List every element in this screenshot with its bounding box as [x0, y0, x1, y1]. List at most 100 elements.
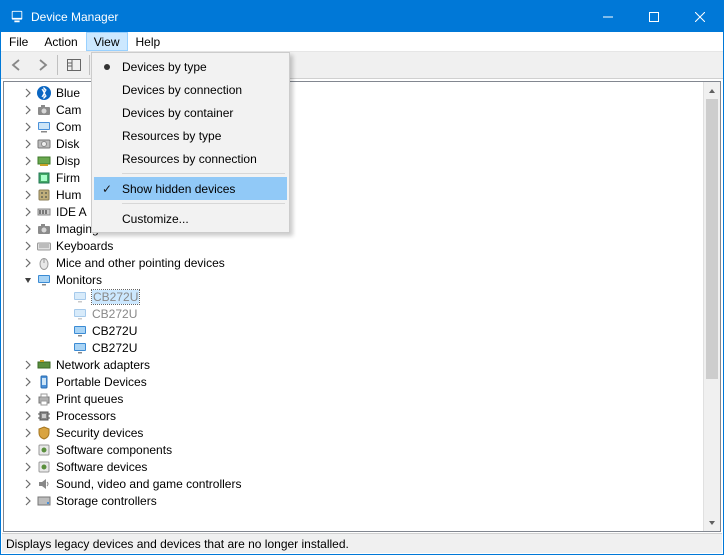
menuitem-resources-by-connection[interactable]: Resources by connection — [94, 147, 287, 170]
expander-closed-icon[interactable] — [22, 495, 34, 507]
tree-node[interactable]: Keyboards — [4, 237, 703, 254]
tree-node-label: Cam — [56, 103, 81, 117]
expander-closed-icon[interactable] — [22, 393, 34, 405]
mouse-icon — [36, 255, 52, 271]
expander-closed-icon[interactable] — [22, 359, 34, 371]
expander-closed-icon[interactable] — [22, 155, 34, 167]
expander-closed-icon[interactable] — [22, 444, 34, 456]
monitor-icon — [72, 289, 88, 305]
tree-node[interactable]: Mice and other pointing devices — [4, 254, 703, 271]
camera-icon — [36, 102, 52, 118]
tree-node[interactable]: CB272U — [4, 322, 703, 339]
expander-closed-icon[interactable] — [22, 223, 34, 235]
expander-open-icon[interactable] — [22, 274, 34, 286]
menuitem-show-hidden-devices[interactable]: ✓ Show hidden devices — [94, 177, 287, 200]
tree-node-label: Network adapters — [56, 358, 150, 372]
tree-node[interactable]: Network adapters — [4, 356, 703, 373]
monitor-icon — [72, 306, 88, 322]
network-icon — [36, 357, 52, 373]
software-icon — [36, 442, 52, 458]
tree-node[interactable]: Processors — [4, 407, 703, 424]
tree-node-label: Blue — [56, 86, 80, 100]
menuitem-customize[interactable]: Customize... — [94, 207, 287, 230]
storage-icon — [36, 493, 52, 509]
back-button[interactable] — [5, 54, 28, 76]
tree-node-label: Monitors — [56, 273, 102, 287]
tree-node-label: CB272U — [92, 307, 137, 321]
expander-closed-icon[interactable] — [22, 189, 34, 201]
statusbar: Displays legacy devices and devices that… — [2, 533, 722, 553]
tree-node-label: Print queues — [56, 392, 123, 406]
vertical-scrollbar[interactable] — [703, 82, 720, 531]
expander-closed-icon[interactable] — [22, 461, 34, 473]
tree-node[interactable]: Portable Devices — [4, 373, 703, 390]
tree-node[interactable]: Software devices — [4, 458, 703, 475]
toolbar-separator — [57, 55, 58, 75]
keyboard-icon — [36, 238, 52, 254]
menuitem-devices-by-connection[interactable]: Devices by connection — [94, 78, 287, 101]
tree-node-label: Hum — [56, 188, 81, 202]
tree-node-label: Security devices — [56, 426, 143, 440]
expander-closed-icon[interactable] — [22, 121, 34, 133]
expander-closed-icon[interactable] — [22, 376, 34, 388]
status-text: Displays legacy devices and devices that… — [6, 537, 349, 551]
menuitem-devices-by-type[interactable]: Devices by type — [94, 55, 287, 78]
expander-closed-icon[interactable] — [22, 427, 34, 439]
tree-node[interactable]: Monitors — [4, 271, 703, 288]
tree-node[interactable]: CB272U — [4, 339, 703, 356]
scroll-down-arrow[interactable] — [704, 514, 720, 531]
tree-node-label: Disp — [56, 154, 80, 168]
tree-node[interactable]: CB272U — [4, 305, 703, 322]
display-adapter-icon — [36, 153, 52, 169]
tree-node-label: CB272U — [92, 324, 137, 338]
tree-node[interactable]: Software components — [4, 441, 703, 458]
expander-closed-icon[interactable] — [22, 240, 34, 252]
tree-node-label: CB272U — [92, 290, 139, 304]
expander-closed-icon[interactable] — [22, 104, 34, 116]
expander-closed-icon[interactable] — [22, 138, 34, 150]
show-hide-tree-button[interactable] — [62, 54, 85, 76]
app-icon — [9, 9, 25, 25]
tree-node[interactable]: Sound, video and game controllers — [4, 475, 703, 492]
menuitem-devices-by-container[interactable]: Devices by container — [94, 101, 287, 124]
tree-node-label: IDE A — [56, 205, 87, 219]
tree-node-label: Software devices — [56, 460, 147, 474]
tree-node-label: Firm — [56, 171, 80, 185]
tree-node-label: Software components — [56, 443, 172, 457]
tree-node-label: Sound, video and game controllers — [56, 477, 241, 491]
monitor-icon — [36, 272, 52, 288]
tree-node[interactable]: Security devices — [4, 424, 703, 441]
tree-node-label: Portable Devices — [56, 375, 147, 389]
expander-closed-icon[interactable] — [22, 172, 34, 184]
monitor-icon — [72, 323, 88, 339]
tree-node-label: CB272U — [92, 341, 137, 355]
minimize-button[interactable] — [585, 1, 631, 32]
tree-node[interactable]: Storage controllers — [4, 492, 703, 509]
window-controls — [585, 1, 723, 32]
camera-icon — [36, 221, 52, 237]
expander-closed-icon[interactable] — [22, 478, 34, 490]
menu-file[interactable]: File — [1, 32, 36, 51]
radio-checked-icon — [94, 64, 120, 70]
expander-closed-icon[interactable] — [22, 257, 34, 269]
menu-action[interactable]: Action — [36, 32, 85, 51]
scroll-thumb[interactable] — [706, 99, 718, 379]
tree-node[interactable]: CB272U — [4, 288, 703, 305]
menu-view[interactable]: View — [86, 32, 128, 51]
tree-node-label: Mice and other pointing devices — [56, 256, 225, 270]
computer-icon — [36, 119, 52, 135]
expander-closed-icon[interactable] — [22, 206, 34, 218]
security-icon — [36, 425, 52, 441]
close-button[interactable] — [677, 1, 723, 32]
menuitem-resources-by-type[interactable]: Resources by type — [94, 124, 287, 147]
forward-button[interactable] — [30, 54, 53, 76]
tree-node[interactable]: Print queues — [4, 390, 703, 407]
maximize-button[interactable] — [631, 1, 677, 32]
sound-icon — [36, 476, 52, 492]
scroll-up-arrow[interactable] — [704, 82, 720, 99]
view-dropdown-menu: Devices by type Devices by connection De… — [91, 52, 290, 233]
expander-closed-icon[interactable] — [22, 410, 34, 422]
expander-closed-icon[interactable] — [22, 87, 34, 99]
menu-help[interactable]: Help — [128, 32, 169, 51]
tree-node-label: Storage controllers — [56, 494, 157, 508]
